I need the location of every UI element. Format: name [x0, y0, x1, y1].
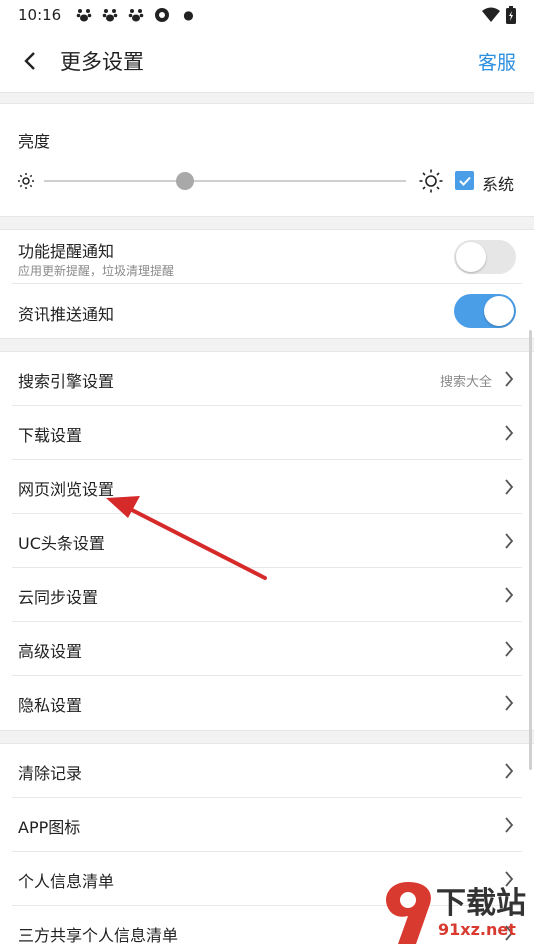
page-title: 更多设置	[60, 50, 144, 74]
wifi-icon	[482, 7, 500, 27]
brightness-slider-handle[interactable]	[176, 172, 195, 190]
status-time: 10:16	[18, 6, 62, 24]
sun-small-icon	[16, 171, 36, 195]
toggle-knob	[456, 242, 486, 272]
aperture-icon	[153, 6, 171, 24]
settings-row-label: 隐私设置	[18, 696, 83, 715]
brightness-slider-track[interactable]	[44, 180, 406, 182]
scrollbar[interactable]	[529, 330, 532, 770]
chevron-right-icon	[505, 641, 514, 657]
section-divider	[0, 730, 534, 744]
status-right	[482, 6, 516, 28]
feature-notification-toggle[interactable]	[454, 240, 516, 274]
other-row-label: 清除记录	[18, 764, 83, 783]
settings-row-value: 搜索大全	[439, 375, 492, 390]
other-row-label: 个人信息清单	[18, 872, 115, 891]
section-divider	[0, 216, 534, 230]
chevron-right-icon	[505, 695, 514, 711]
settings-row[interactable]: 高级设置	[0, 622, 534, 676]
other-row-label: APP图标	[18, 818, 81, 837]
more-notifications-dot: ●	[183, 8, 194, 22]
section-divider	[0, 338, 534, 352]
settings-row-label: 下载设置	[18, 426, 83, 445]
header: 更多设置 客服	[0, 30, 534, 92]
chevron-right-icon	[505, 479, 514, 495]
settings-row-label: 网页浏览设置	[18, 480, 115, 499]
news-notification-toggle[interactable]	[454, 294, 516, 328]
system-brightness-checkbox[interactable]	[455, 171, 474, 190]
system-brightness-label: 系统	[482, 175, 515, 194]
chevron-right-icon	[505, 425, 514, 441]
notification-sub-label: 应用更新提醒，垃圾清理提醒	[18, 264, 175, 278]
sun-large-icon	[418, 168, 444, 198]
back-button[interactable]	[0, 30, 60, 92]
brightness-title: 亮度	[18, 132, 51, 151]
settings-row-label: 云同步设置	[18, 588, 99, 607]
chevron-right-icon	[505, 371, 514, 387]
watermark-brand: 下载站	[436, 886, 526, 921]
notification-row-feature[interactable]: 功能提醒通知 应用更新提醒，垃圾清理提醒	[0, 230, 534, 284]
chevron-right-icon	[505, 763, 514, 779]
status-bar: 10:16 ●	[0, 0, 534, 30]
settings-row[interactable]: 隐私设置	[0, 676, 534, 730]
check-icon	[458, 176, 471, 186]
other-row[interactable]: 清除记录	[0, 744, 534, 798]
other-row-label: 三方共享个人信息清单	[18, 926, 179, 945]
settings-row[interactable]: 云同步设置	[0, 568, 534, 622]
toggle-knob	[484, 296, 514, 326]
watermark-site: 91xz.net	[438, 920, 516, 939]
settings-row[interactable]: 下载设置	[0, 406, 534, 460]
settings-row-label: UC头条设置	[18, 534, 105, 553]
paw-icon	[75, 6, 93, 24]
settings-row[interactable]: UC头条设置	[0, 514, 534, 568]
battery-icon	[506, 6, 516, 28]
settings-row[interactable]: 网页浏览设置	[0, 460, 534, 514]
paw-icon	[127, 6, 145, 24]
settings-row[interactable]: 搜索引擎设置 搜索大全	[0, 352, 534, 406]
settings-row-label: 搜索引擎设置	[18, 372, 115, 391]
section-divider	[0, 92, 534, 104]
chevron-right-icon	[505, 587, 514, 603]
notification-label: 资讯推送通知	[18, 305, 115, 324]
notification-label: 功能提醒通知	[18, 242, 115, 261]
watermark-logo: 下载站 91xz.net	[378, 878, 528, 948]
settings-row-label: 高级设置	[18, 642, 83, 661]
chevron-right-icon	[505, 817, 514, 833]
other-row[interactable]: APP图标	[0, 798, 534, 852]
chevron-right-icon	[505, 533, 514, 549]
chevron-left-icon	[24, 52, 35, 70]
paw-icon	[101, 6, 119, 24]
notification-row-news[interactable]: 资讯推送通知	[0, 284, 534, 338]
customer-service-link[interactable]: 客服	[478, 48, 516, 75]
